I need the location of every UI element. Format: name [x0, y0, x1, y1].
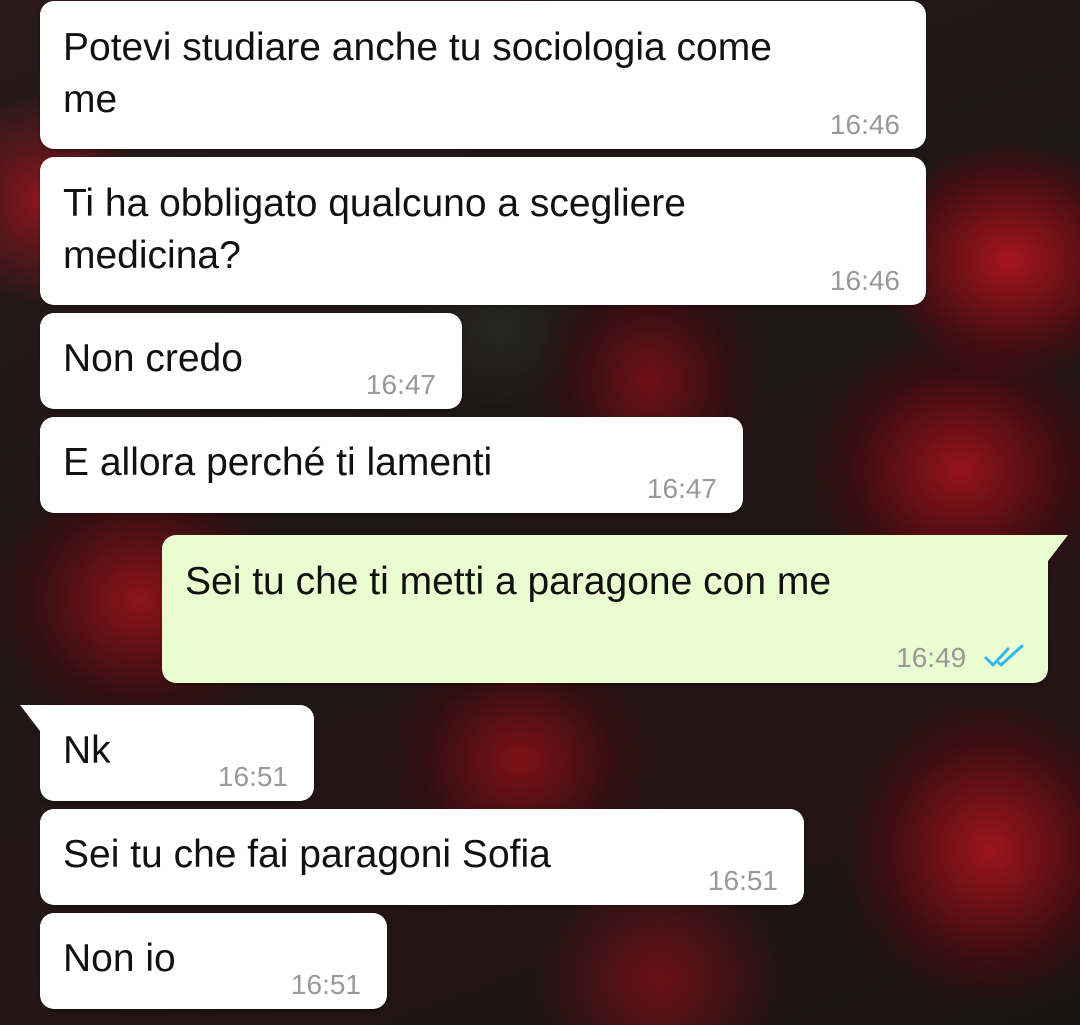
incoming-message[interactable]: Nk 16:51 [20, 705, 314, 801]
bubble-tail [1048, 535, 1068, 561]
message-text: Non io [63, 937, 176, 980]
incoming-message[interactable]: Ti ha obbligato qualcuno a scegliere med… [40, 157, 926, 305]
incoming-message[interactable]: E allora perché ti lamenti 16:47 [40, 417, 743, 513]
message-text: E allora perché ti lamenti [63, 441, 493, 484]
message-text: Nk [63, 729, 111, 772]
message-timestamp: 16:51 [707, 865, 778, 896]
message-timestamp: 16:51 [290, 969, 361, 1000]
message-timestamp: 16:47 [365, 369, 436, 400]
message-text: Non credo [63, 337, 243, 380]
outgoing-message[interactable]: Sei tu che ti metti a paragone con me 16… [162, 535, 1068, 684]
message-timestamp: 16:49 [896, 642, 967, 673]
incoming-message[interactable]: Potevi studiare anche tu sociologia come… [40, 1, 926, 149]
double-check-icon [984, 644, 1024, 667]
message-timestamp: 16:47 [646, 473, 717, 504]
incoming-message[interactable]: Sei tu che fai paragoni Sofia 16:51 [40, 809, 804, 905]
message-timestamp: 16:46 [829, 265, 900, 296]
message-text: Sei tu che ti metti a paragone con me [185, 560, 832, 603]
message-status: 16:49 [896, 632, 1026, 684]
message-text: Potevi studiare anche tu sociologia come… [63, 26, 772, 121]
incoming-message[interactable]: Non io 16:51 [40, 913, 387, 1009]
incoming-message[interactable]: Non credo 16:47 [40, 313, 462, 409]
message-timestamp: 16:51 [217, 761, 288, 792]
message-timestamp: 16:46 [829, 109, 900, 140]
message-text: Sei tu che fai paragoni Sofia [63, 833, 551, 876]
message-text: Ti ha obbligato qualcuno a scegliere med… [63, 182, 686, 277]
bubble-tail [20, 705, 40, 731]
